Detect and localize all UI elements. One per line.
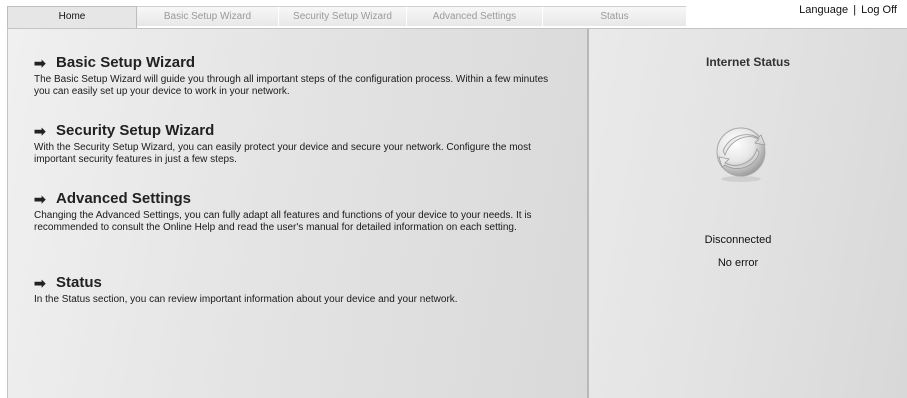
- tab-status[interactable]: Status: [543, 6, 687, 26]
- connection-status: Disconnected: [704, 234, 772, 246]
- router-web-ui: Home Basic Setup Wizard Security Setup W…: [0, 0, 907, 398]
- section-description: With the Security Setup Wizard, you can …: [34, 142, 531, 165]
- internet-status-panel: Internet Status Disconnected No error: [587, 28, 907, 398]
- tab-security-setup-wizard[interactable]: Security Setup Wizard: [279, 6, 407, 26]
- error-status: No error: [717, 257, 759, 269]
- section-title: Security Setup Wizard: [56, 122, 215, 139]
- main-panel: ➡ Basic Setup Wizard The Basic Setup Wiz…: [7, 28, 587, 398]
- section-title: Status: [56, 274, 102, 291]
- top-links: Language | Log Off: [799, 4, 897, 16]
- section-advanced-settings: ➡ Advanced Settings Changing the Advance…: [34, 190, 554, 234]
- logoff-link[interactable]: Log Off: [861, 4, 897, 16]
- tab-home[interactable]: Home: [7, 6, 137, 30]
- arrow-right-icon: ➡: [34, 123, 46, 139]
- section-heading[interactable]: ➡ Basic Setup Wizard: [34, 54, 554, 72]
- section-description: In the Status section, you can review im…: [34, 294, 458, 305]
- arrow-right-icon: ➡: [34, 275, 46, 291]
- top-nav: Home Basic Setup Wizard Security Setup W…: [7, 6, 687, 30]
- section-basic-setup-wizard: ➡ Basic Setup Wizard The Basic Setup Wiz…: [34, 54, 554, 98]
- tab-advanced-settings[interactable]: Advanced Settings: [407, 6, 543, 26]
- arrow-right-icon: ➡: [34, 55, 46, 71]
- top-links-separator: |: [853, 4, 857, 16]
- internet-status-title: Internet Status: [705, 55, 790, 69]
- section-title: Advanced Settings: [56, 190, 192, 207]
- section-security-setup-wizard: ➡ Security Setup Wizard With the Securit…: [34, 122, 554, 166]
- section-heading[interactable]: ➡ Advanced Settings: [34, 190, 554, 208]
- section-title: Basic Setup Wizard: [56, 54, 196, 71]
- globe-disconnected-icon: [709, 121, 773, 185]
- language-link[interactable]: Language: [799, 4, 848, 16]
- section-description: The Basic Setup Wizard will guide you th…: [34, 74, 549, 97]
- section-description: Changing the Advanced Settings, you can …: [34, 210, 532, 233]
- tab-basic-setup-wizard[interactable]: Basic Setup Wizard: [137, 6, 279, 26]
- arrow-right-icon: ➡: [34, 191, 46, 207]
- section-heading[interactable]: ➡ Status: [34, 274, 554, 292]
- section-status: ➡ Status In the Status section, you can …: [34, 274, 554, 306]
- section-heading[interactable]: ➡ Security Setup Wizard: [34, 122, 554, 140]
